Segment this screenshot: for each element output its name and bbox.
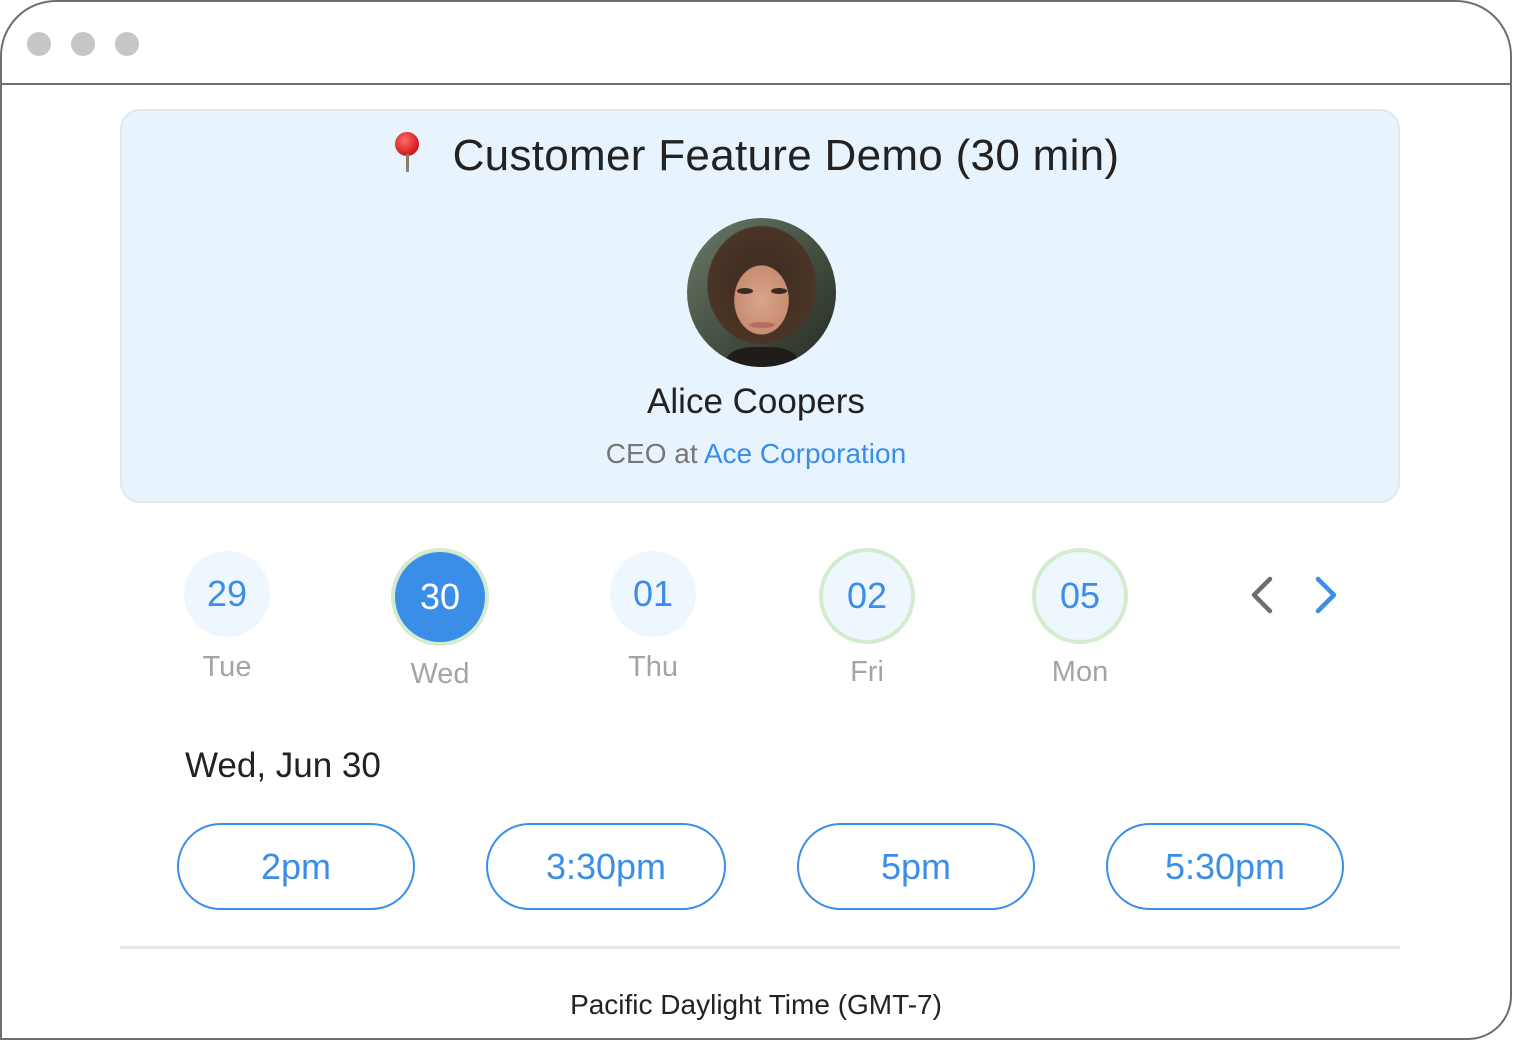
host-role-prefix: CEO at	[605, 438, 698, 469]
chevron-right-icon	[1315, 576, 1337, 614]
day-option-available[interactable]: 05 Mon	[1030, 548, 1130, 689]
day-date: 30	[391, 548, 489, 646]
chevron-left-icon	[1251, 576, 1273, 614]
day-date: 01	[610, 551, 696, 637]
time-slot-button[interactable]: 2pm	[177, 823, 415, 910]
day-weekday: Thu	[628, 651, 678, 683]
day-date: 29	[184, 551, 270, 637]
day-weekday: Fri	[850, 656, 884, 688]
window-close-button[interactable]	[27, 32, 51, 56]
day-weekday: Mon	[1051, 656, 1109, 688]
window-titlebar	[2, 2, 1510, 85]
day-date: 05	[1032, 548, 1128, 644]
footer-divider	[120, 946, 1400, 949]
host-role: CEO at Ace Corporation	[2, 438, 1510, 470]
host-name: Alice Coopers	[647, 382, 865, 421]
browser-window: Customer Feature Demo (30 min) Alice Coo…	[0, 0, 1512, 1040]
host-company-link[interactable]: Ace Corporation	[704, 438, 906, 469]
window-minimize-button[interactable]	[71, 32, 95, 56]
day-option-available[interactable]: 02 Fri	[817, 548, 917, 689]
event-title: Customer Feature Demo (30 min)	[452, 131, 1120, 180]
window-maximize-button[interactable]	[115, 32, 139, 56]
next-days-button[interactable]	[1306, 573, 1346, 617]
day-date: 02	[819, 548, 915, 644]
day-weekday: Tue	[202, 651, 252, 683]
day-option[interactable]: 01 Thu	[603, 551, 703, 684]
time-slot-button[interactable]: 3:30pm	[486, 823, 726, 910]
day-weekday: Wed	[410, 658, 470, 690]
day-option-selected[interactable]: 30 Wed	[390, 548, 490, 691]
round-pushpin-icon	[393, 130, 423, 174]
timezone-label[interactable]: Pacific Daylight Time (GMT-7)	[2, 989, 1510, 1021]
previous-days-button[interactable]	[1242, 573, 1282, 617]
event-title-row: Customer Feature Demo (30 min)	[2, 130, 1510, 181]
host-avatar	[687, 218, 836, 367]
day-option[interactable]: 29 Tue	[177, 551, 277, 684]
time-slot-button[interactable]: 5:30pm	[1106, 823, 1344, 910]
selected-date-heading: Wed, Jun 30	[185, 746, 381, 785]
time-slot-button[interactable]: 5pm	[797, 823, 1035, 910]
